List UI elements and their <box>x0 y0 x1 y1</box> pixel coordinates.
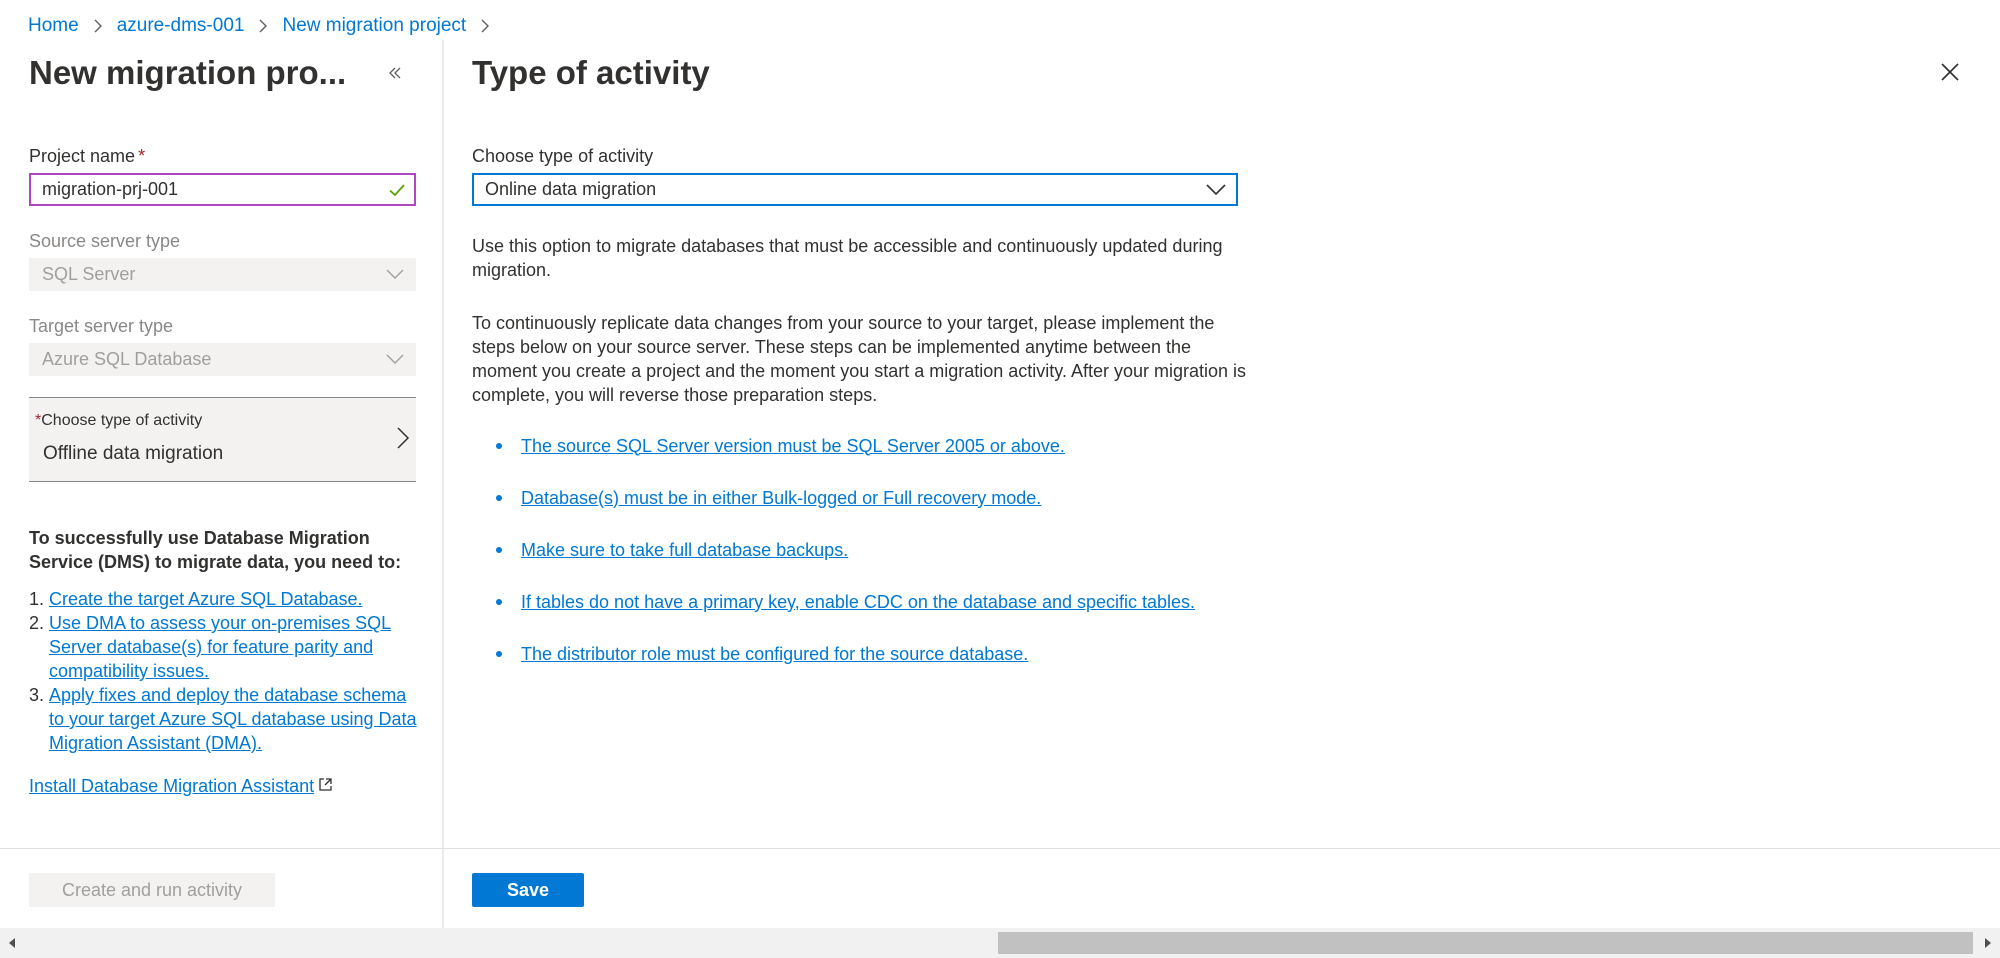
list-item: The distributor role must be configured … <box>496 642 1195 666</box>
create-and-run-activity-button: Create and run activity <box>29 873 275 907</box>
bullet-icon <box>496 495 502 501</box>
breadcrumb-home[interactable]: Home <box>28 15 79 37</box>
source-server-type-dropdown: SQL Server <box>29 258 416 291</box>
list-item: Database(s) must be in either Bulk-logge… <box>496 486 1195 510</box>
requirement-link-sql-version[interactable]: The source SQL Server version must be SQ… <box>521 436 1065 457</box>
chevron-down-icon <box>1206 184 1226 196</box>
activity-card-value: Offline data migration <box>43 443 224 464</box>
prerequisites-intro: To successfully use Database Migration S… <box>29 528 402 572</box>
activity-type-dropdown[interactable]: Online data migration <box>472 173 1238 206</box>
bullet-icon <box>496 599 502 605</box>
project-name-value: migration-prj-001 <box>42 179 179 199</box>
footer-divider <box>0 848 2000 849</box>
source-server-type-value: SQL Server <box>42 264 136 284</box>
step-link-apply-fixes[interactable]: Apply fixes and deploy the database sche… <box>49 683 419 755</box>
activity-description: Use this option to migrate databases tha… <box>472 236 1223 280</box>
source-server-type-label: Source server type <box>29 231 181 251</box>
activity-type-value: Online data migration <box>485 179 657 199</box>
left-pane-title: New migration pro... <box>29 54 347 91</box>
bullet-icon <box>496 547 502 553</box>
step-link-use-dma[interactable]: Use DMA to assess your on-premises SQL S… <box>49 611 419 683</box>
chevron-right-icon <box>479 19 491 33</box>
close-button[interactable] <box>1938 60 1962 84</box>
right-pane-title: Type of activity <box>472 54 710 91</box>
project-name-input[interactable]: migration-prj-001 <box>29 173 416 206</box>
target-server-type-label: Target server type <box>29 316 174 336</box>
save-button[interactable]: Save <box>472 873 584 907</box>
scrollbar-thumb[interactable] <box>998 932 1973 954</box>
requirement-link-cdc[interactable]: If tables do not have a primary key, ena… <box>521 592 1195 613</box>
external-link-icon <box>319 778 332 791</box>
breadcrumb-dms[interactable]: azure-dms-001 <box>117 15 245 37</box>
list-item: If tables do not have a primary key, ena… <box>496 590 1195 614</box>
double-chevron-left-icon <box>389 67 401 79</box>
list-item: Make sure to take full database backups. <box>496 538 1195 562</box>
checkmark-icon <box>389 184 405 197</box>
required-mark: * <box>138 146 146 166</box>
bullet-icon <box>496 651 502 657</box>
project-name-label: Project name * <box>29 146 146 166</box>
close-icon <box>1941 63 1959 81</box>
chevron-right-icon <box>397 427 410 449</box>
breadcrumb: Home azure-dms-001 New migration project <box>28 14 504 38</box>
horizontal-scrollbar[interactable] <box>0 928 2000 958</box>
replication-instructions: To continuously replicate data changes f… <box>472 313 1247 405</box>
chevron-down-icon <box>386 354 404 364</box>
requirement-link-distributor[interactable]: The distributor role must be configured … <box>521 644 1028 665</box>
requirement-link-recovery-mode[interactable]: Database(s) must be in either Bulk-logge… <box>521 488 1041 509</box>
list-item: 3. Apply fixes and deploy the database s… <box>29 683 419 755</box>
bullet-icon <box>496 443 502 449</box>
install-dma-link[interactable]: Install Database Migration Assistant <box>29 776 333 797</box>
target-server-type-dropdown: Azure SQL Database <box>29 343 416 376</box>
breadcrumb-new-project[interactable]: New migration project <box>282 15 466 37</box>
target-server-type-value: Azure SQL Database <box>42 349 212 369</box>
chevron-right-icon <box>92 19 104 33</box>
chevron-right-icon <box>257 19 269 33</box>
scroll-left-icon[interactable] <box>6 937 18 949</box>
activity-card-label: *Choose type of activity <box>35 412 203 429</box>
chevron-down-icon <box>386 269 404 279</box>
choose-activity-card[interactable]: *Choose type of activity Offline data mi… <box>29 397 416 482</box>
prerequisites-list: 1. Create the target Azure SQL Database.… <box>29 587 419 755</box>
pane-divider <box>442 40 444 928</box>
list-item: The source SQL Server version must be SQ… <box>496 434 1195 458</box>
list-item: 1. Create the target Azure SQL Database. <box>29 587 363 611</box>
activity-type-label: Choose type of activity <box>472 146 654 166</box>
list-item: 2. Use DMA to assess your on-premises SQ… <box>29 611 419 683</box>
collapse-pane-button[interactable] <box>380 58 410 88</box>
scroll-right-icon[interactable] <box>1982 937 1994 949</box>
step-link-create-database[interactable]: Create the target Azure SQL Database. <box>49 587 363 611</box>
requirements-list: The source SQL Server version must be SQ… <box>496 434 1195 694</box>
requirement-link-backups[interactable]: Make sure to take full database backups. <box>521 540 848 561</box>
